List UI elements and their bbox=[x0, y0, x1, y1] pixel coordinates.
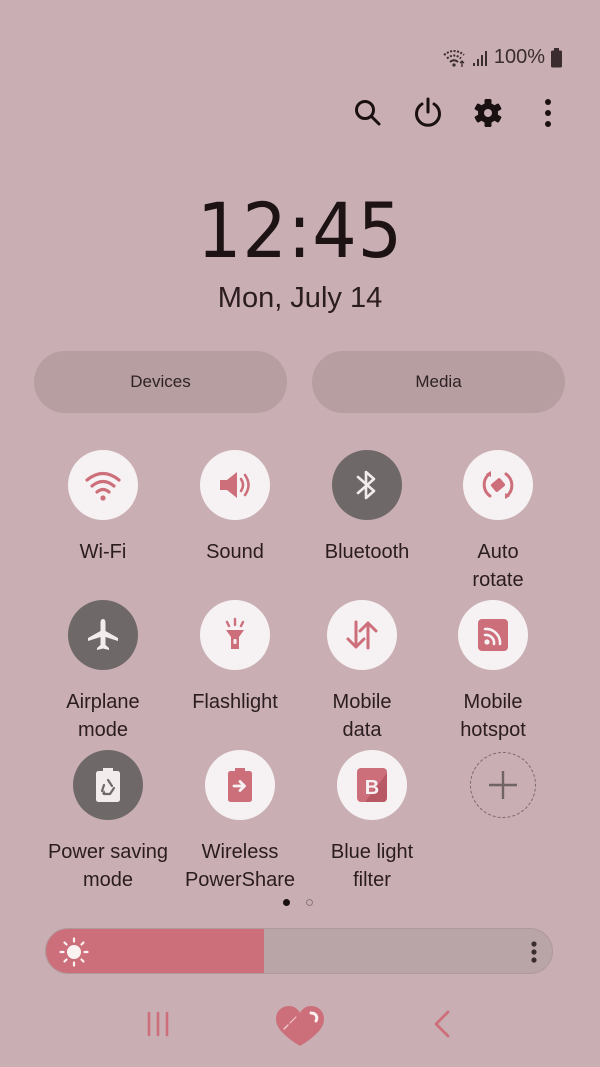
search-button[interactable] bbox=[352, 94, 384, 132]
tile-wifi[interactable]: Wi-Fi bbox=[33, 450, 173, 566]
flashlight-icon bbox=[225, 617, 245, 649]
power-saving-icon bbox=[96, 768, 120, 802]
tile-label: Bluetooth bbox=[324, 541, 410, 563]
status-bar: 100% bbox=[442, 46, 562, 69]
more-vertical-icon bbox=[545, 99, 551, 127]
tile-label: Flashlight bbox=[192, 691, 278, 713]
media-button[interactable]: Media bbox=[312, 351, 565, 413]
tile-power-saving[interactable]: Power saving mode bbox=[38, 750, 178, 894]
brightness-slider[interactable] bbox=[45, 928, 553, 974]
tile-wireless-powershare-toggle[interactable] bbox=[205, 750, 275, 820]
page-indicator bbox=[283, 899, 313, 906]
battery-icon bbox=[551, 47, 562, 68]
tile-bluetooth[interactable]: Bluetooth bbox=[297, 450, 437, 566]
signal-icon bbox=[472, 49, 488, 67]
tile-label: Blue light filter bbox=[330, 841, 414, 891]
tile-wireless-powershare[interactable]: Wireless PowerShare bbox=[170, 750, 310, 894]
tile-mobile-hotspot-toggle[interactable] bbox=[458, 600, 528, 670]
airplane-icon bbox=[88, 619, 118, 650]
tile-label: Wireless PowerShare bbox=[184, 841, 296, 891]
mobile-data-icon bbox=[346, 620, 378, 650]
tile-label: Sound bbox=[206, 541, 264, 563]
tile-add[interactable] bbox=[433, 752, 573, 818]
tile-blue-light-filter-toggle[interactable]: B bbox=[337, 750, 407, 820]
devices-button[interactable]: Devices bbox=[34, 351, 287, 413]
blue-light-filter-icon: B bbox=[357, 768, 387, 802]
tile-label: Mobile data bbox=[332, 691, 392, 741]
tile-airplane-mode[interactable]: Airplane mode bbox=[33, 600, 173, 744]
quick-panel-actions bbox=[352, 94, 564, 132]
recents-icon bbox=[147, 1011, 169, 1037]
clock-time[interactable]: 12:45 bbox=[24, 186, 576, 275]
tile-mobile-hotspot[interactable]: Mobile hotspot bbox=[423, 600, 563, 744]
tile-airplane-mode-toggle[interactable] bbox=[68, 600, 138, 670]
tile-sound[interactable]: Sound bbox=[165, 450, 305, 566]
tile-auto-rotate-toggle[interactable] bbox=[463, 450, 533, 520]
auto-rotate-icon bbox=[482, 471, 514, 499]
power-button[interactable] bbox=[412, 94, 444, 132]
tile-mobile-data[interactable]: Mobile data bbox=[292, 600, 432, 744]
tile-label: Wi-Fi bbox=[79, 541, 127, 563]
back-button[interactable] bbox=[424, 1006, 460, 1047]
tile-mobile-data-toggle[interactable] bbox=[327, 600, 397, 670]
tile-auto-rotate[interactable]: Auto rotate bbox=[428, 450, 568, 594]
tile-label: Mobile hotspot bbox=[460, 691, 526, 741]
tile-flashlight-toggle[interactable] bbox=[200, 600, 270, 670]
page-dot-2[interactable] bbox=[306, 899, 313, 906]
tile-sound-toggle[interactable] bbox=[200, 450, 270, 520]
tile-label: Airplane mode bbox=[66, 691, 140, 741]
power-icon bbox=[415, 97, 441, 127]
wifi-icon bbox=[442, 48, 466, 68]
tile-wifi-toggle[interactable] bbox=[68, 450, 138, 520]
home-button[interactable] bbox=[274, 1004, 326, 1053]
settings-button[interactable] bbox=[472, 94, 504, 132]
add-icon bbox=[489, 771, 517, 799]
search-icon bbox=[355, 100, 381, 126]
gear-icon bbox=[474, 99, 502, 127]
wireless-powershare-icon bbox=[228, 768, 252, 802]
brightness-sun-icon bbox=[59, 937, 89, 967]
more-options-button[interactable] bbox=[532, 94, 564, 132]
tile-flashlight[interactable]: Flashlight bbox=[165, 600, 305, 716]
tile-bluetooth-toggle[interactable] bbox=[332, 450, 402, 520]
bluetooth-icon bbox=[356, 470, 376, 500]
clock-date[interactable]: Mon, July 14 bbox=[0, 282, 600, 315]
home-heart-icon bbox=[276, 1006, 324, 1046]
brightness-more-icon[interactable] bbox=[530, 940, 538, 964]
tile-blue-light-filter[interactable]: B Blue light filter bbox=[302, 750, 442, 894]
sound-icon bbox=[220, 472, 250, 498]
add-tile-button[interactable] bbox=[470, 752, 536, 818]
tile-power-saving-toggle[interactable] bbox=[73, 750, 143, 820]
back-icon bbox=[434, 1010, 450, 1038]
hotspot-icon bbox=[478, 619, 508, 651]
wifi-icon bbox=[85, 471, 121, 501]
battery-percent: 100% bbox=[493, 46, 545, 68]
tile-label: Power saving mode bbox=[47, 841, 169, 891]
recents-button[interactable] bbox=[140, 1006, 176, 1047]
svg-text:B: B bbox=[365, 777, 379, 799]
navigation-bar bbox=[0, 1000, 600, 1060]
page-dot-1[interactable] bbox=[283, 899, 290, 906]
tile-label: Auto rotate bbox=[472, 541, 524, 591]
